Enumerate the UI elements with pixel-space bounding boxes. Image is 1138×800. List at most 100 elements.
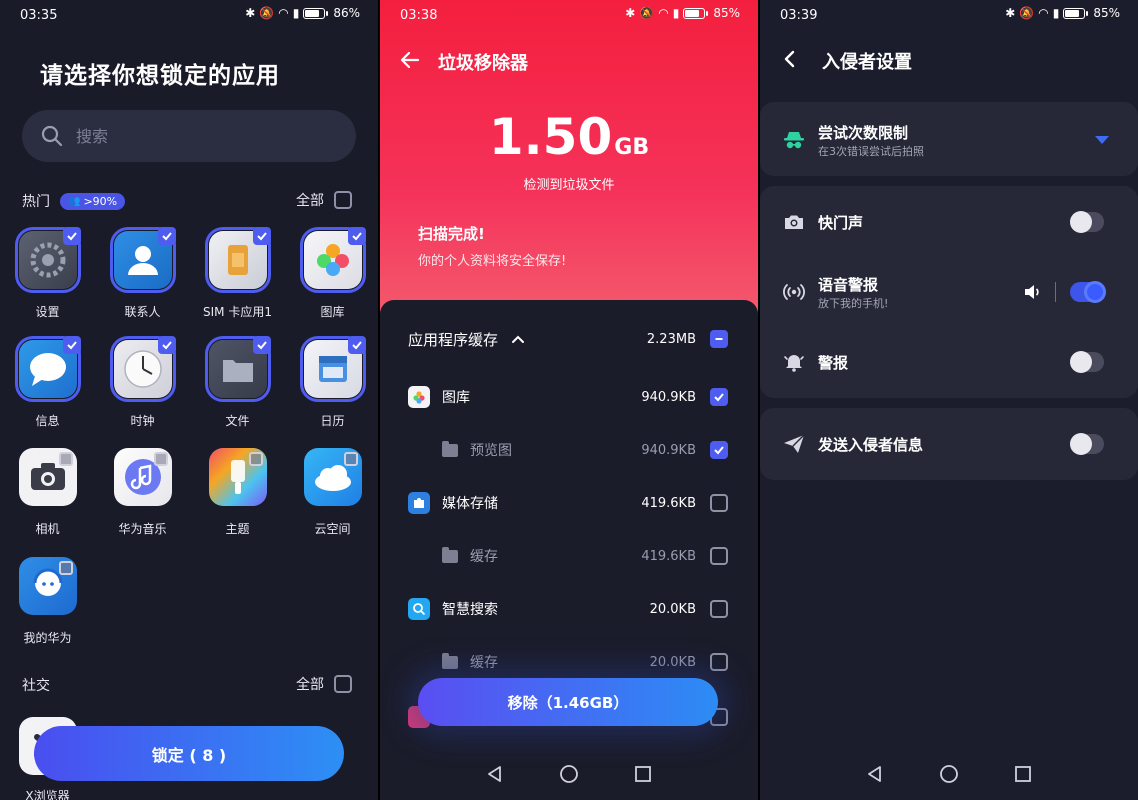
- app-item[interactable]: 信息: [0, 336, 95, 429]
- item-checkbox[interactable]: [710, 494, 728, 512]
- selected-check-icon[interactable]: [157, 336, 176, 354]
- folder-icon: [442, 652, 458, 669]
- unchecked-box[interactable]: [343, 452, 358, 466]
- nav-back-icon[interactable]: [486, 765, 504, 783]
- app-item[interactable]: 图库: [285, 227, 378, 320]
- system-nav-bar: [760, 748, 1138, 800]
- selected-check-icon[interactable]: [347, 227, 366, 245]
- cache-section-header[interactable]: 应用程序缓存 2.23MB: [380, 324, 758, 354]
- app-name: 相机: [35, 522, 60, 536]
- messages-icon: [14, 336, 81, 402]
- selected-check-icon[interactable]: [252, 336, 271, 354]
- select-all-social[interactable]: 全部: [296, 674, 352, 694]
- clock-icon: [109, 336, 176, 402]
- speaker-icon[interactable]: [1022, 282, 1042, 302]
- cache-section-checkbox[interactable]: [710, 330, 728, 348]
- list-item[interactable]: 缓存 20.0KB: [380, 647, 758, 677]
- unchecked-box[interactable]: [248, 452, 263, 466]
- scan-complete-text: 扫描完成!: [418, 225, 485, 243]
- nav-home-icon[interactable]: [559, 764, 579, 784]
- safety-note: 你的个人资料将安全保存!: [418, 254, 567, 269]
- attempts-limit-sub: 在3次错误尝试后拍照: [818, 145, 924, 158]
- app-item[interactable]: 华为音乐: [95, 448, 190, 537]
- search-bar[interactable]: [22, 110, 356, 162]
- list-item[interactable]: 缓存 419.6KB: [380, 541, 758, 571]
- item-checkbox[interactable]: [710, 547, 728, 565]
- detected-label: 检测到垃圾文件: [523, 178, 615, 193]
- nav-home-icon[interactable]: [939, 764, 959, 784]
- dropdown-triangle-icon[interactable]: [1094, 134, 1110, 146]
- status-bar: 03:35 ✱ 🔕 ◠ ▮ 86%: [0, 0, 378, 30]
- alarm-toggle[interactable]: [1070, 351, 1104, 373]
- voice-alert-toggle[interactable]: [1070, 281, 1106, 303]
- item-checkbox[interactable]: [710, 600, 728, 618]
- app-item[interactable]: 日历: [285, 336, 378, 429]
- selected-check-icon[interactable]: [252, 227, 271, 245]
- list-item[interactable]: 媒体存储 419.6KB: [380, 488, 758, 518]
- system-nav-bar: [380, 748, 758, 800]
- back-arrow-icon[interactable]: [398, 48, 422, 72]
- theme-brush-icon: [208, 448, 267, 506]
- battery-percent: 86%: [333, 6, 360, 20]
- lock-button[interactable]: 锁定 ( 8 ): [34, 726, 344, 781]
- shutter-sound-label: 快门声: [818, 214, 864, 232]
- send-intruder-info-toggle[interactable]: [1070, 433, 1104, 455]
- item-size: 419.6KB: [641, 548, 696, 564]
- select-all-hot[interactable]: 全部: [296, 190, 352, 210]
- unchecked-box[interactable]: [153, 452, 168, 466]
- item-checkbox[interactable]: [710, 388, 728, 406]
- app-item[interactable]: 设置: [0, 227, 95, 320]
- search-icon: [408, 598, 430, 620]
- selected-check-icon[interactable]: [62, 227, 81, 245]
- unchecked-box[interactable]: [58, 452, 73, 466]
- app-item[interactable]: 云空间: [285, 448, 378, 537]
- nav-recents-icon[interactable]: [1014, 765, 1032, 783]
- wifi-icon: ◠: [278, 6, 289, 20]
- item-checkbox[interactable]: [710, 653, 728, 671]
- item-label: 媒体存储: [442, 496, 498, 512]
- selected-check-icon[interactable]: [347, 336, 366, 354]
- app-name: 日历: [320, 414, 345, 428]
- app-item[interactable]: 文件: [190, 336, 285, 429]
- mute-icon: 🔕: [639, 6, 655, 20]
- selected-check-icon[interactable]: [62, 336, 81, 354]
- alarm-row[interactable]: 警报: [760, 342, 1138, 382]
- select-all-checkbox[interactable]: [334, 675, 352, 693]
- puzzle-icon: [408, 492, 430, 514]
- shutter-sound-toggle[interactable]: [1070, 211, 1104, 233]
- item-label: 预览图: [470, 443, 512, 459]
- nav-recents-icon[interactable]: [634, 765, 652, 783]
- nav-back-icon[interactable]: [866, 765, 884, 783]
- remove-button[interactable]: 移除（1.46GB）: [418, 678, 718, 726]
- item-size: 419.6KB: [641, 495, 696, 511]
- spy-icon: [784, 132, 804, 149]
- folder-icon: [442, 546, 458, 563]
- app-name: 时钟: [130, 414, 155, 428]
- list-item[interactable]: 智慧搜索 20.0KB: [380, 594, 758, 624]
- app-item[interactable]: 联系人: [95, 227, 190, 320]
- attempts-card[interactable]: 尝试次数限制 在3次错误尝试后拍照: [760, 102, 1138, 176]
- attempts-limit-row[interactable]: 尝试次数限制 在3次错误尝试后拍照: [760, 120, 1138, 160]
- page-title: 垃圾移除器: [438, 53, 528, 74]
- voice-alert-row[interactable]: 语音警报 放下我的手机!: [760, 272, 1138, 312]
- app-item[interactable]: SIM 卡应用1: [190, 227, 285, 320]
- search-input[interactable]: [76, 126, 326, 146]
- app-item[interactable]: 时钟: [95, 336, 190, 429]
- back-chevron-icon[interactable]: [780, 49, 800, 69]
- list-item[interactable]: 预览图 940.9KB: [380, 435, 758, 465]
- item-checkbox[interactable]: [710, 441, 728, 459]
- shutter-sound-row[interactable]: 快门声: [760, 202, 1138, 242]
- app-item[interactable]: 我的华为: [0, 557, 95, 646]
- chevron-up-icon[interactable]: [510, 331, 526, 347]
- select-all-checkbox[interactable]: [334, 191, 352, 209]
- app-item[interactable]: 主题: [190, 448, 285, 537]
- send-intruder-info-row[interactable]: 发送入侵者信息: [760, 424, 1138, 464]
- status-time: 03:35: [20, 8, 58, 23]
- list-item[interactable]: 图库 940.9KB: [380, 382, 758, 412]
- app-name: 云空间: [314, 522, 351, 536]
- selected-check-icon[interactable]: [157, 227, 176, 245]
- unchecked-box[interactable]: [58, 561, 73, 575]
- app-item[interactable]: 相机: [0, 448, 95, 537]
- page-title: 请选择你想锁定的应用: [40, 63, 280, 89]
- settings-gear-icon: [14, 227, 81, 293]
